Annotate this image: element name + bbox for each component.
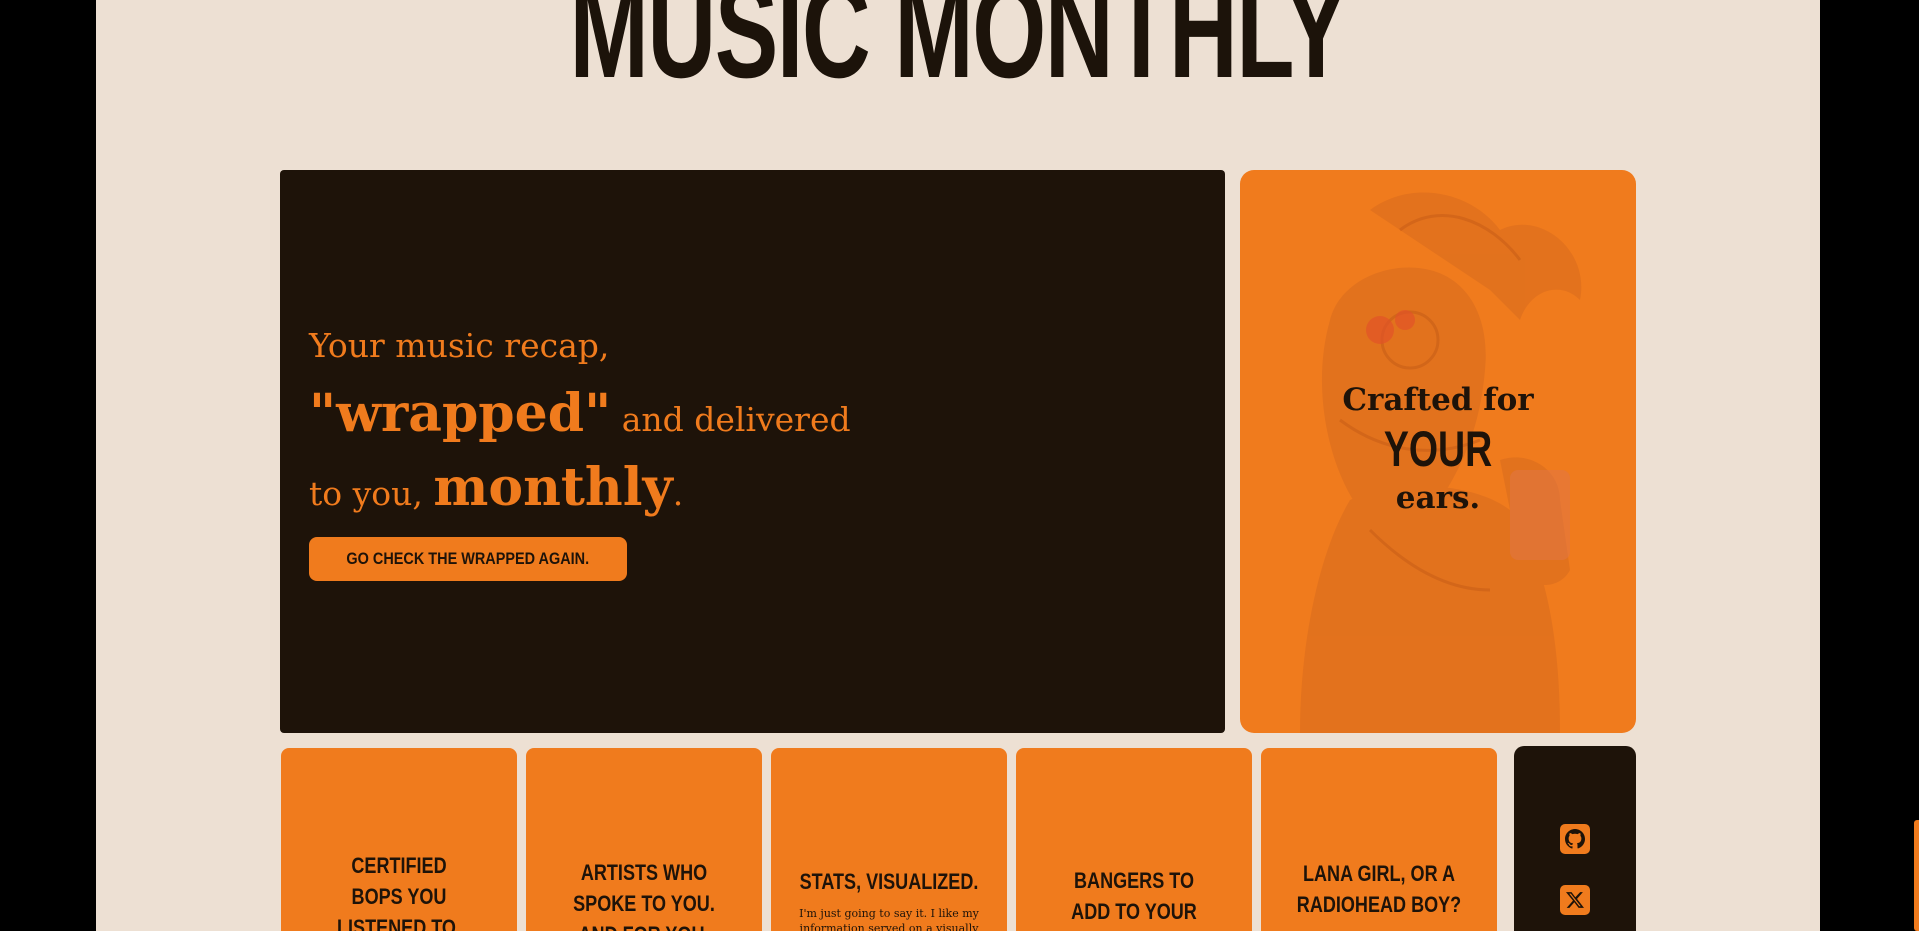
card-title-line: ARTISTS WHO [580,860,708,885]
social-links [1514,746,1636,931]
x-twitter-icon[interactable] [1560,885,1590,915]
card-title: ARTISTS WHO SPOKE TO YOU. AND FOR YOU. [547,857,741,931]
card-title: STATS, VISUALIZED. [792,866,986,897]
hero-period: . [672,474,684,513]
hero-tagline: Your music recap, "wrapped" and delivere… [309,312,1009,528]
check-wrapped-button[interactable]: GO CHECK THE WRAPPED AGAIN. [309,537,627,581]
card-title: CERTIFIED BOPS YOU LISTENED TO. [302,850,496,931]
crafted-text: Crafted for YOUR ears. [1240,380,1636,518]
card-title-line: AND FOR YOU. [547,919,741,931]
scroll-edge-tab[interactable] [1914,820,1919,931]
card-stats[interactable]: STATS, VISUALIZED. I'm just going to say… [771,748,1007,931]
card-recommendations[interactable]: BANGERS TO ADD TO YOUR PLAYLISTS. [1016,748,1252,931]
crafted-line2: YOUR [1383,421,1493,477]
card-subtitle: I'm just going to say it. I like my info… [799,907,979,931]
site-title: MUSIC MONTHLY [569,0,1348,106]
hero-panel: Your music recap, "wrapped" and delivere… [280,170,1225,733]
hero-wrapped: "wrapped" [309,383,612,444]
card-title-line: CERTIFIED [351,853,447,878]
crafted-card: Crafted for YOUR ears. [1240,170,1636,733]
crafted-line3: ears. [1395,480,1481,516]
github-icon[interactable] [1560,824,1590,854]
card-title-line: LANA GIRL, OR A [1302,861,1455,886]
card-title: BANGERS TO ADD TO YOUR PLAYLISTS. [1037,865,1231,931]
card-top-songs[interactable]: CERTIFIED BOPS YOU LISTENED TO. [281,748,517,931]
card-title-line: LISTENED TO. [337,915,461,931]
card-title: LANA GIRL, OR A RADIOHEAD BOY? [1282,858,1476,920]
card-title-line: BANGERS TO [1074,868,1194,893]
check-wrapped-label: GO CHECK THE WRAPPED AGAIN. [346,549,590,568]
card-title-line: ADD TO YOUR PLAYLISTS. [1071,899,1197,931]
card-top-artists[interactable]: ARTISTS WHO SPOKE TO YOU. AND FOR YOU. [526,748,762,931]
card-title-line: BOPS YOU [351,884,447,909]
hero-and-delivered: and delivered [621,400,851,439]
page: MUSIC MONTHLY Your music recap, "wrapped… [96,0,1820,931]
hero-monthly: monthly [433,457,673,518]
card-title-line: SPOKE TO YOU. [573,891,715,916]
hero-to-you: to you, [309,474,423,513]
hero-line1: Your music recap, [309,326,610,365]
card-title-line: RADIOHEAD BOY? [1296,892,1462,917]
card-title-line: STATS, VISUALIZED. [799,869,979,894]
crafted-line1: Crafted for [1342,382,1534,418]
card-personality[interactable]: LANA GIRL, OR A RADIOHEAD BOY? [1261,748,1497,931]
